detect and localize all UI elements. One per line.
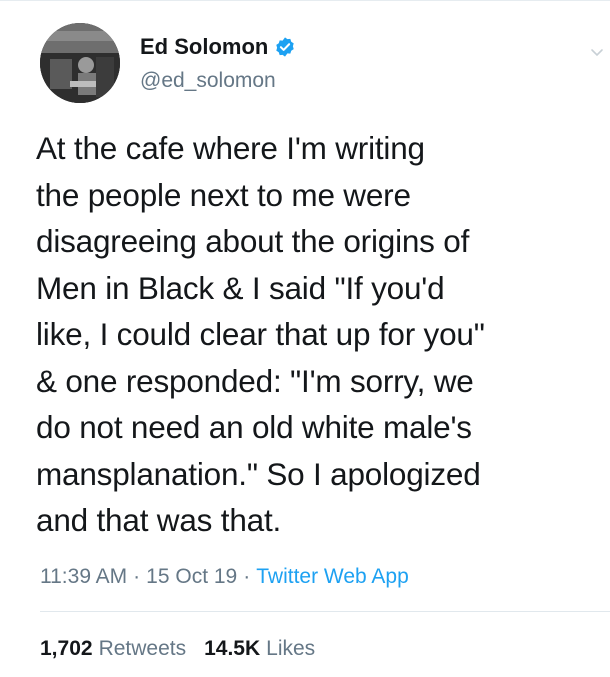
avatar-photo-icon [40,23,120,103]
tweet-author[interactable]: Ed Solomon @ed_solomon [140,33,296,93]
meta-separator: · [243,565,251,588]
chevron-down-icon[interactable] [590,45,604,57]
retweets-stat[interactable]: 1,702 Retweets [40,637,186,661]
user-handle[interactable]: @ed_solomon [140,69,296,93]
tweet-stats: 1,702 Retweets 14.5K Likes [40,637,315,661]
tweet-source-link[interactable]: Twitter Web App [256,565,409,589]
name-row: Ed Solomon [140,33,296,61]
tweet-text: At the cafe where I'm writing the people… [36,130,485,538]
verified-badge-icon [274,36,296,58]
display-name[interactable]: Ed Solomon [140,34,268,60]
avatar[interactable] [40,23,120,103]
tweet-date[interactable]: 15 Oct 19 [146,565,237,589]
meta-separator: · [133,565,141,588]
likes-stat[interactable]: 14.5K Likes [204,637,315,661]
likes-count: 14.5K [204,637,261,660]
likes-label: Likes [266,637,316,660]
retweets-count: 1,702 [40,637,93,660]
tweet-card: Ed Solomon @ed_solomon At the cafe where… [0,0,610,677]
tweet-time[interactable]: 11:39 AM [40,565,127,589]
retweets-label: Retweets [98,637,187,660]
divider [40,611,610,612]
tweet-meta: 11:39 AM · 15 Oct 19 · Twitter Web App [40,565,409,589]
